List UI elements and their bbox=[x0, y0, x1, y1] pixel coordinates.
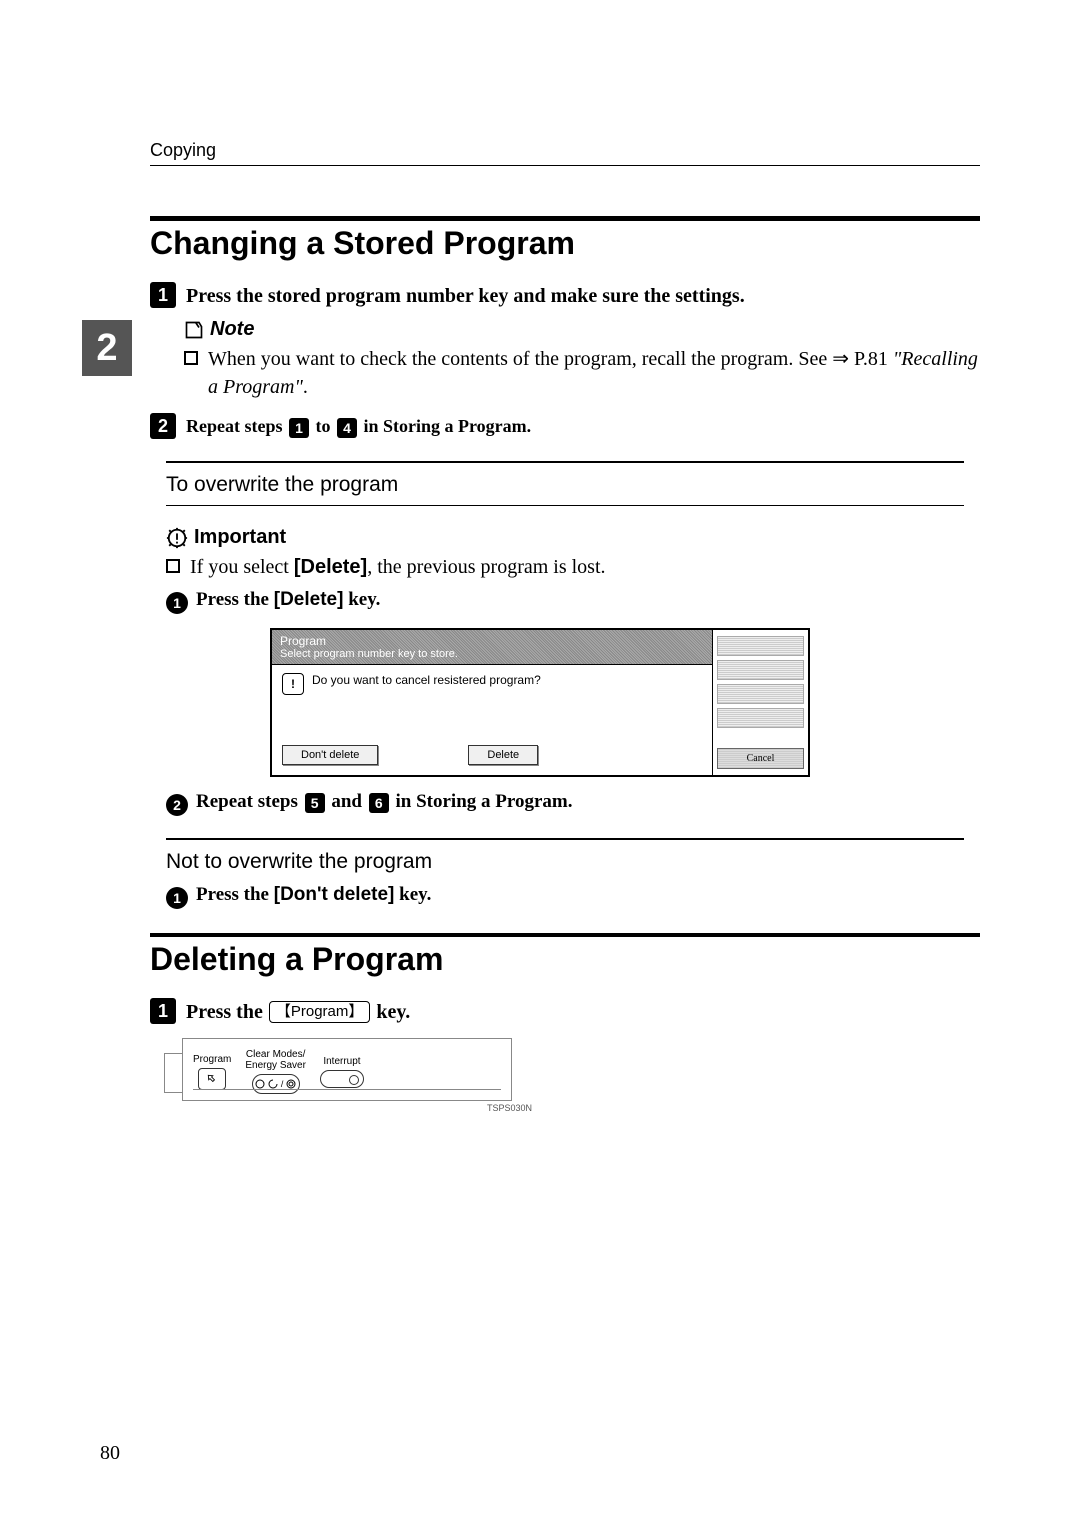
dialog-prompt-text: Do you want to cancel resistered program… bbox=[312, 673, 541, 687]
dialog-titlebar: Program Select program number key to sto… bbox=[272, 630, 712, 665]
program-hardkey: 【Program】 bbox=[269, 1001, 371, 1023]
step-1: 1 Press the stored program number key an… bbox=[150, 282, 980, 310]
program-slot[interactable] bbox=[717, 708, 804, 728]
spiral-icon bbox=[286, 1079, 296, 1089]
important-icon bbox=[166, 527, 188, 549]
subsection-overwrite: To overwrite the program bbox=[150, 461, 980, 506]
interrupt-group: Interrupt bbox=[320, 1056, 364, 1088]
chapter-tab: 2 bbox=[82, 320, 132, 376]
note-icon bbox=[184, 320, 204, 340]
step-number-badge: 2 bbox=[150, 413, 176, 439]
important-label: Important bbox=[194, 526, 286, 549]
energy-icon bbox=[268, 1079, 278, 1089]
step-2: 2 Repeat steps 1 to 4 in Storing a Progr… bbox=[150, 413, 980, 439]
important-body: If you select [Delete], the previous pro… bbox=[190, 553, 606, 581]
substep-number-circle: 1 bbox=[166, 592, 188, 614]
substep-number-circle: 2 bbox=[166, 794, 188, 816]
step-1-deleting: 1 Press the 【Program】 key. bbox=[150, 998, 980, 1026]
substep-text: Press the [Don't delete] key. bbox=[196, 884, 431, 909]
program-key-group: Program bbox=[193, 1054, 231, 1090]
substep-1-overwrite: 1 Press the [Delete] key. bbox=[166, 589, 980, 614]
dialog-prompt-row: ! Do you want to cancel resistered progr… bbox=[282, 673, 702, 695]
section-rule bbox=[150, 933, 980, 937]
program-slot[interactable] bbox=[717, 660, 804, 680]
warning-icon: ! bbox=[282, 673, 304, 695]
bullet-icon bbox=[166, 559, 180, 573]
clear-modes-label: Clear Modes/Energy Saver bbox=[245, 1049, 306, 1071]
note-heading: Note bbox=[184, 318, 980, 341]
important-bullet: If you select [Delete], the previous pro… bbox=[166, 553, 980, 581]
keypanel-figure: Program Clear Modes/Energy Saver / Inter… bbox=[182, 1038, 980, 1101]
step-1-deleting-text: Press the 【Program】 key. bbox=[186, 998, 410, 1026]
delete-button[interactable]: Delete bbox=[468, 745, 538, 765]
figure-code: TSPS030N bbox=[182, 1103, 532, 1113]
dialog-side-panel: Cancel bbox=[712, 630, 808, 775]
clear-modes-group: Clear Modes/Energy Saver / bbox=[245, 1049, 306, 1094]
running-header: Copying bbox=[150, 140, 980, 166]
dialog-title: Program bbox=[280, 634, 704, 648]
note-label: Note bbox=[210, 318, 254, 341]
program-slot[interactable] bbox=[717, 636, 804, 656]
interrupt-key[interactable] bbox=[320, 1070, 364, 1088]
substep-1-text: Press the [Delete] key. bbox=[196, 589, 380, 614]
section-rule bbox=[150, 216, 980, 221]
inline-step-ref: 5 bbox=[305, 793, 325, 813]
subsection-title-overwrite: To overwrite the program bbox=[166, 473, 964, 497]
program-key-label: Program bbox=[193, 1054, 231, 1065]
program-key[interactable] bbox=[198, 1068, 226, 1090]
subsection-rule bbox=[166, 461, 964, 463]
dont-delete-button[interactable]: Don't delete bbox=[282, 745, 378, 765]
step-1-text: Press the stored program number key and … bbox=[186, 282, 745, 310]
clear-modes-key[interactable]: / bbox=[252, 1074, 300, 1094]
cancel-button[interactable]: Cancel bbox=[717, 748, 804, 769]
step-number-badge: 1 bbox=[150, 282, 176, 308]
important-heading: Important bbox=[166, 526, 980, 549]
bullet-icon bbox=[184, 351, 198, 365]
page-number: 80 bbox=[100, 1442, 120, 1465]
dialog-screenshot: Program Select program number key to sto… bbox=[270, 628, 810, 777]
subsection-not-overwrite: Not to overwrite the program bbox=[150, 838, 980, 874]
substep-2-overwrite: 2 Repeat steps 5 and 6 in Storing a Prog… bbox=[166, 791, 980, 816]
dialog-subtitle: Select program number key to store. bbox=[280, 648, 704, 660]
substep-number-circle: 1 bbox=[166, 887, 188, 909]
section-title-changing: Changing a Stored Program bbox=[150, 225, 980, 262]
substep-2-text: Repeat steps 5 and 6 in Storing a Progra… bbox=[196, 791, 572, 816]
section-title-deleting: Deleting a Program bbox=[150, 941, 980, 978]
panel-edge bbox=[164, 1053, 182, 1093]
program-slot[interactable] bbox=[717, 684, 804, 704]
step-number-badge: 1 bbox=[150, 998, 176, 1024]
substep-1-not-overwrite: 1 Press the [Don't delete] key. bbox=[166, 884, 980, 909]
note-bullet: When you want to check the contents of t… bbox=[184, 345, 980, 401]
step-2-text: Repeat steps 1 to 4 in Storing a Program… bbox=[186, 413, 531, 439]
program-key-icon bbox=[205, 1072, 219, 1086]
note-body: When you want to check the contents of t… bbox=[208, 345, 980, 401]
inline-step-ref: 4 bbox=[337, 418, 357, 438]
subsection-rule bbox=[166, 505, 964, 506]
subsection-rule bbox=[166, 838, 964, 840]
subsection-title-not-overwrite: Not to overwrite the program bbox=[166, 850, 964, 874]
inline-step-ref: 6 bbox=[369, 793, 389, 813]
inline-step-ref: 1 bbox=[289, 418, 309, 438]
circle-icon bbox=[255, 1079, 265, 1089]
panel-baseline bbox=[193, 1089, 501, 1090]
interrupt-label: Interrupt bbox=[323, 1056, 360, 1067]
